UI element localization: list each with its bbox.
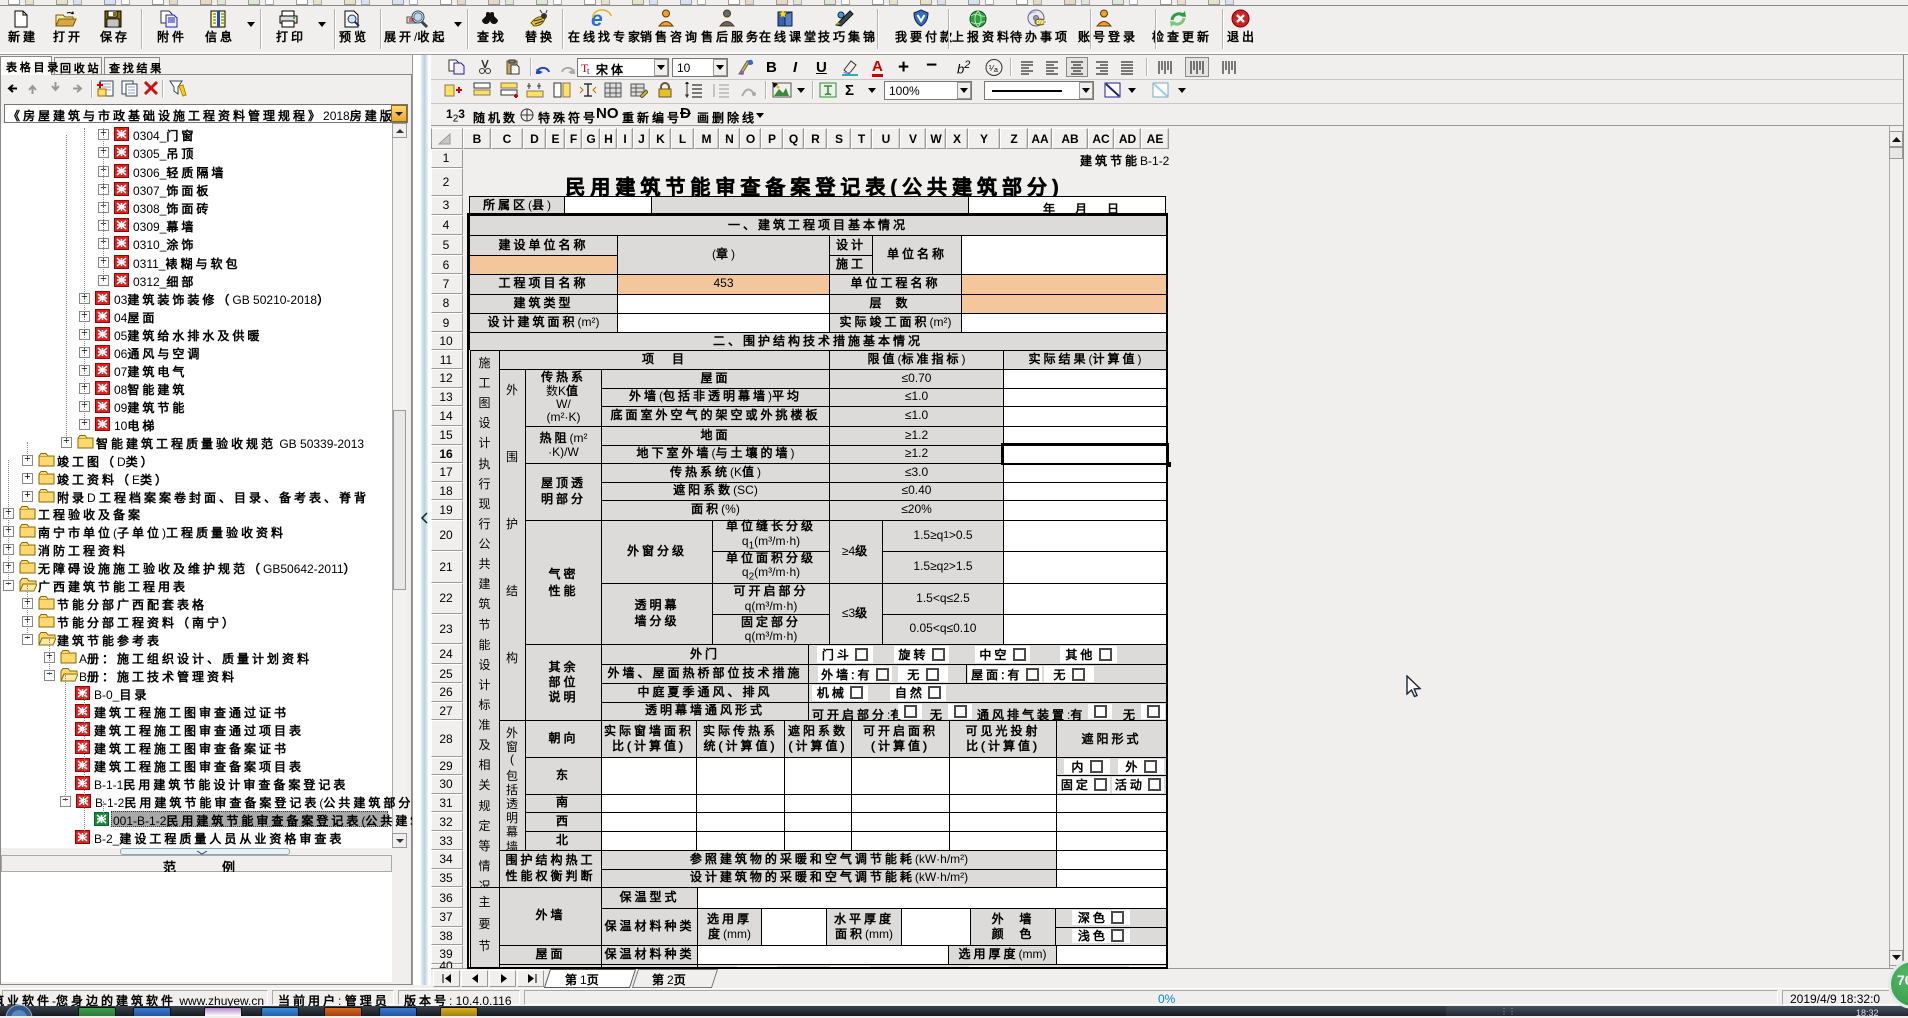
svg-text:DVD: DVD [1037,20,1048,26]
svg-text:t: t [587,66,590,74]
svg-text:a: a [994,67,998,74]
